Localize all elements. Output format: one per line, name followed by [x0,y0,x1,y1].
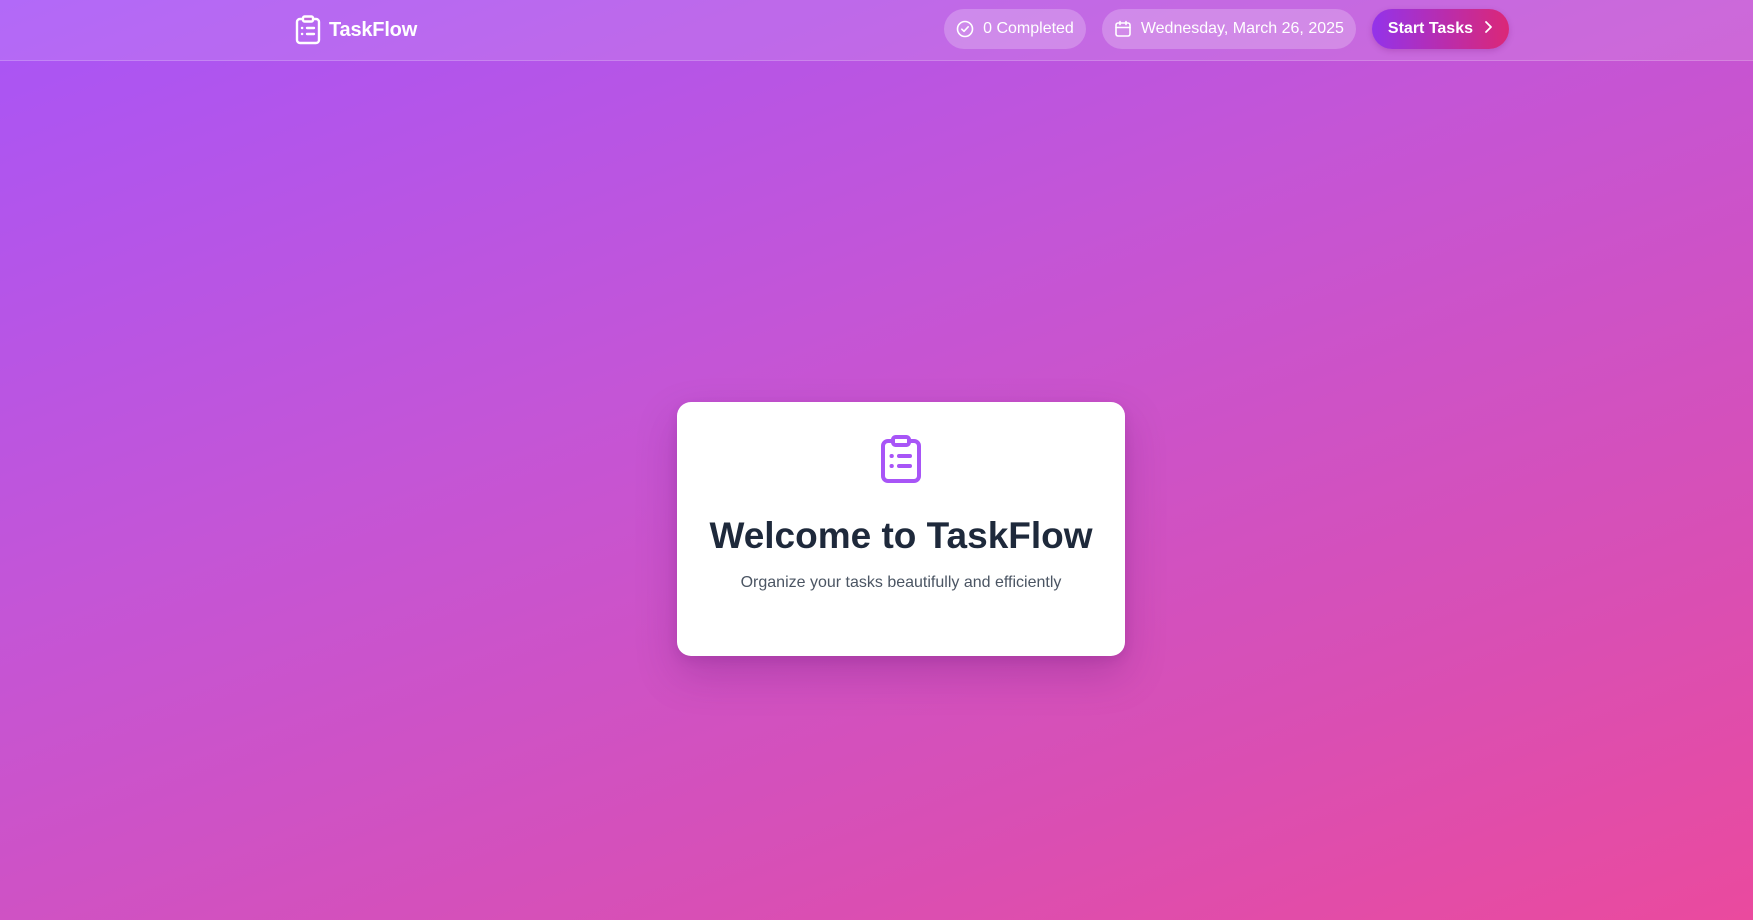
welcome-subtitle: Organize your tasks beautifully and effi… [740,574,1062,591]
start-tasks-button[interactable]: Start Tasks [1371,9,1509,49]
clipboard-list-icon [295,15,321,45]
check-circle-icon [956,20,974,38]
chevron-right-icon [1483,20,1493,39]
start-tasks-label: Start Tasks [1387,20,1473,37]
welcome-title: Welcome to TaskFlow [709,515,1093,556]
top-navbar: TaskFlow 0 Completed Wednesday, March 26… [0,0,1753,61]
clipboard-list-icon [879,434,923,489]
current-date-label: Wednesday, March 26, 2025 [1140,20,1344,37]
current-date: Wednesday, March 26, 2025 [1101,9,1356,49]
completed-count-label: 0 Completed [983,20,1074,37]
brand-logo[interactable]: TaskFlow [295,13,417,47]
calendar-icon [1114,20,1132,38]
completed-counter: 0 Completed [944,9,1086,49]
header-actions: 0 Completed Wednesday, March 26, 2025 St… [944,9,1509,49]
brand-name: TaskFlow [329,18,418,41]
welcome-card: Welcome to TaskFlow Organize your tasks … [677,402,1125,656]
